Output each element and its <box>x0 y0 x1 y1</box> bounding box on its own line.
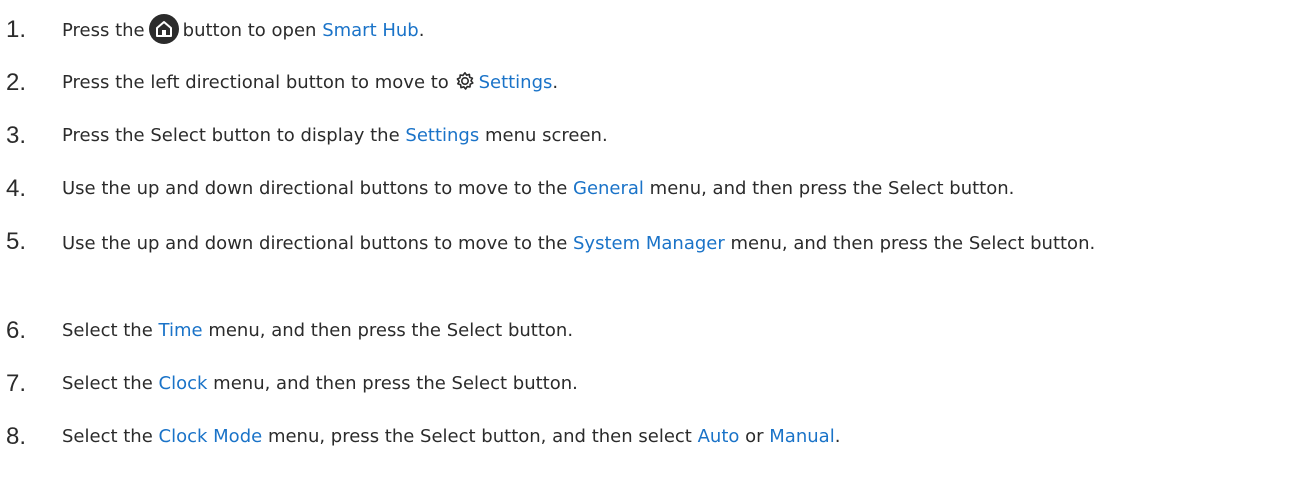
smart-hub-link[interactable]: Smart Hub <box>322 20 419 41</box>
manual-link[interactable]: Manual <box>769 426 834 447</box>
general-link[interactable]: General <box>573 178 644 199</box>
step-text: Use the up and down directional buttons … <box>62 233 1096 254</box>
clock-link[interactable]: Clock <box>159 373 208 394</box>
step-text: Press the left directional button to mov… <box>62 70 559 93</box>
time-link[interactable]: Time <box>159 320 203 341</box>
home-icon <box>148 14 179 44</box>
step-number: 2. <box>6 69 27 96</box>
clock-mode-link[interactable]: Clock Mode <box>159 426 263 447</box>
step-text: Press the Select button to display the S… <box>62 125 608 146</box>
step-text: Select the Clock Mode menu, press the Se… <box>62 426 841 447</box>
step-text: Use the up and down directional buttons … <box>62 178 1015 199</box>
step-text: Select the Clock menu, and then press th… <box>62 373 578 394</box>
gear-icon <box>455 70 475 90</box>
step-number: 6. <box>6 317 27 344</box>
system-manager-link[interactable]: System Manager <box>573 233 725 254</box>
step-number: 3. <box>6 122 27 149</box>
step-number: 7. <box>6 370 27 397</box>
settings-link[interactable]: Settings <box>479 72 553 93</box>
step-number: 5. <box>6 228 27 255</box>
auto-link[interactable]: Auto <box>698 426 740 447</box>
settings-link[interactable]: Settings <box>405 125 479 146</box>
step-number: 4. <box>6 175 27 202</box>
instruction-steps: 1. Press the button to open Smart Hub. 2.… <box>0 0 1307 486</box>
step-number: 1. <box>6 16 27 43</box>
step-text: Press the button to open Smart Hub. <box>62 14 1297 47</box>
step-text: Select the Time menu, and then press the… <box>62 320 574 341</box>
step-number: 8. <box>6 423 27 450</box>
